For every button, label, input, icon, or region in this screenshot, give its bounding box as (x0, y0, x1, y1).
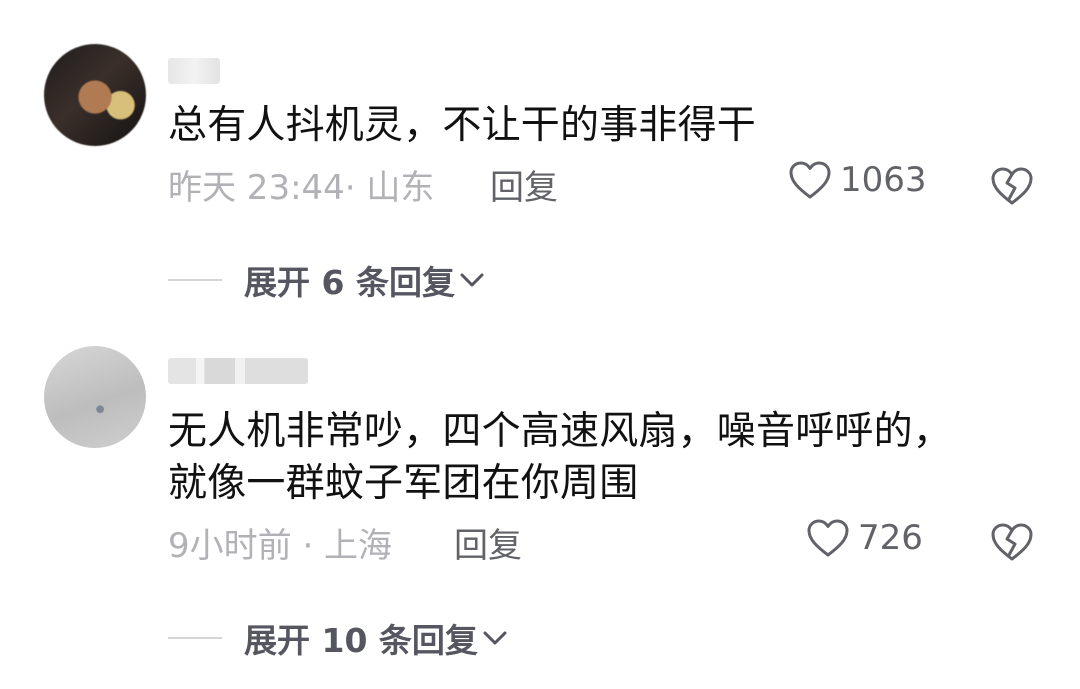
divider-line (168, 637, 222, 639)
avatar[interactable] (44, 44, 146, 146)
heart-outline-icon (807, 519, 849, 557)
broken-heart-icon[interactable] (990, 522, 1034, 562)
like-count: 726 (858, 518, 923, 558)
comment-text: 总有人抖机灵，不让干的事非得干 (168, 103, 757, 148)
expand-replies-label: 展开 6 条回复 (244, 263, 455, 302)
comment-meta: 昨天 23:44· 山东 (168, 168, 435, 208)
chevron-down-icon (460, 273, 484, 287)
broken-heart-icon[interactable] (990, 166, 1034, 206)
heart-outline-icon (789, 161, 831, 199)
like-button[interactable]: 726 (806, 518, 923, 558)
username-blurred[interactable] (168, 358, 308, 384)
like-count: 1063 (840, 160, 927, 200)
username-blurred[interactable] (168, 58, 220, 84)
comment-text: 无人机非常吵，四个高速风扇，噪音呼呼的， 就像一群蚊子军团在你周围 (168, 409, 953, 506)
like-button[interactable]: 1063 (788, 160, 927, 200)
reply-button[interactable]: 回复 (490, 160, 558, 209)
avatar[interactable] (44, 346, 146, 448)
expand-replies-button[interactable]: 展开 10 条回复 (168, 614, 508, 662)
expand-replies-button[interactable]: 展开 6 条回复 (168, 256, 485, 304)
divider-line (168, 279, 222, 281)
chevron-down-icon (483, 631, 507, 645)
reply-button[interactable]: 回复 (454, 518, 522, 567)
comment-meta: 9小时前 · 上海 (168, 526, 393, 566)
expand-replies-label: 展开 10 条回复 (244, 621, 478, 660)
